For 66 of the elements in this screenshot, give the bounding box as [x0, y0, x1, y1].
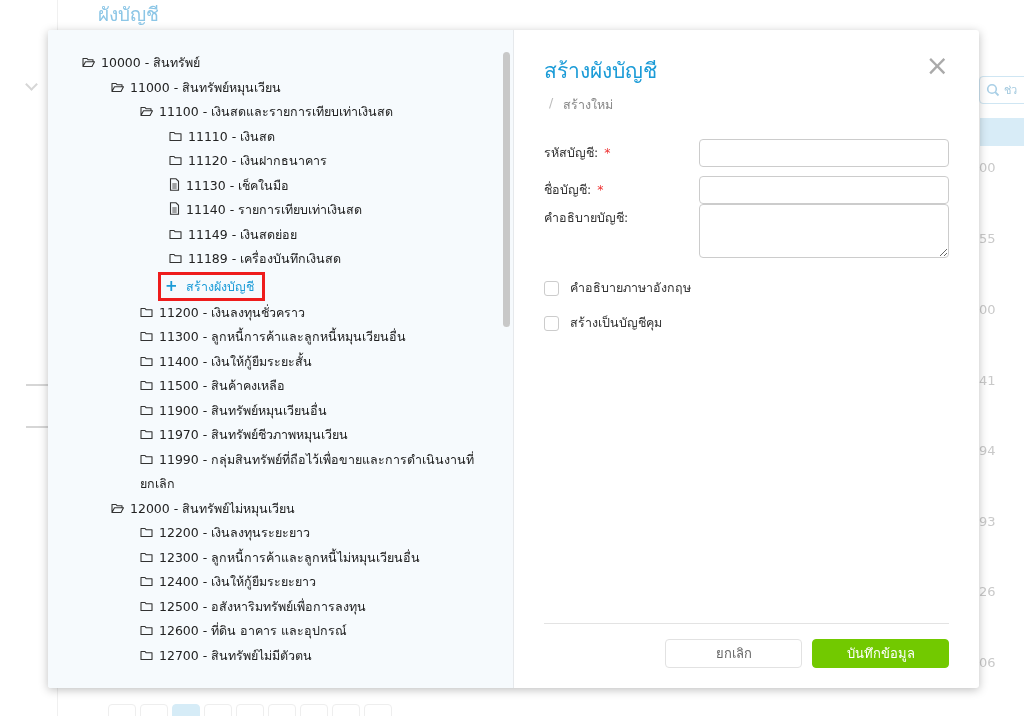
folder-icon[interactable] [140, 429, 153, 440]
folder-icon[interactable] [169, 253, 182, 264]
account-tree-item[interactable]: 11970 - สินทรัพย์ชีวภาพหมุนเวียน [140, 423, 349, 448]
account-tree-item[interactable]: 11400 - เงินให้กู้ยืมระยะสั้น [140, 349, 313, 374]
account-tree-item[interactable]: 12300 - ลูกหนี้การค้าและลูกหนี้ไม่หมุนเวียนอื่น [140, 545, 421, 570]
folder-icon[interactable] [140, 331, 153, 342]
account-tree-item[interactable]: 11900 - สินทรัพย์หมุนเวียนอื่น [140, 398, 328, 423]
breadcrumb-item: สร้างใหม่ [563, 96, 614, 114]
dialog-title: สร้างผังบัญชี [544, 58, 657, 85]
folder-icon[interactable] [140, 453, 153, 465]
required-mark: * [597, 182, 604, 197]
account-tree-item[interactable]: 12700 - สินทรัพย์ไม่มีตัวตน [140, 643, 313, 668]
open-folder-icon[interactable] [140, 106, 153, 117]
folder-icon[interactable] [140, 404, 153, 416]
account-tree-item[interactable]: 11130 - เช็คในมือ [169, 173, 290, 198]
account-tree-item[interactable]: 11189 - เครื่องบันทึกเงินสด [169, 247, 342, 272]
table-header [980, 118, 1024, 146]
folder-icon[interactable] [169, 130, 182, 142]
open-folder-icon[interactable] [82, 57, 95, 68]
account-tree-item[interactable]: 11300 - ลูกหนี้การค้าและลูกหนี้หมุนเวียนอื่น [140, 325, 407, 350]
open-folder-icon[interactable] [111, 502, 124, 514]
account-tree-item[interactable]: 10000 - สินทรัพย์ [82, 51, 201, 76]
checkbox[interactable] [544, 280, 559, 296]
document-icon [169, 202, 180, 215]
cancel-button[interactable]: ยกเลิก [665, 639, 802, 668]
account-tree-item[interactable]: 11500 - สินค้าคงเหลือ [140, 374, 286, 399]
account-tree-item[interactable]: 11100 - เงินสดและรายการเทียบเท่าเงินสด [140, 100, 394, 125]
folder-icon[interactable] [140, 306, 153, 318]
account-tree-item[interactable]: 12200 - เงินลงทุนระยะยาว [140, 521, 311, 546]
search-icon [986, 83, 1000, 97]
required-mark: * [604, 145, 611, 160]
folder-icon[interactable] [140, 527, 153, 538]
folder-icon[interactable] [169, 155, 182, 166]
account-tree-item[interactable]: 11990 - กลุ่มสินทรัพย์ที่ถือไว้เพื่อขายและการดำเนินงานที่ยกเลิก [140, 447, 483, 497]
checkbox[interactable] [544, 315, 559, 331]
account-tree-item[interactable]: 11110 - เงินสด [169, 124, 276, 149]
page-title: ผังบัญชี [98, 2, 159, 26]
open-folder-icon[interactable] [111, 81, 124, 93]
account-tree-item[interactable]: 12600 - ที่ดิน อาคาร และอุปกรณ์ [140, 619, 348, 644]
field-label: รหัสบัญชี: [544, 145, 599, 160]
account-tree-item[interactable]: 11140 - รายการเทียบเท่าเงินสด [169, 198, 363, 223]
breadcrumb-separator: / [549, 95, 554, 112]
folder-icon[interactable] [169, 228, 182, 240]
account-tree-item[interactable]: 11120 - เงินฝากธนาคาร [169, 149, 328, 174]
folder-icon[interactable] [140, 551, 153, 563]
description-field[interactable] [699, 204, 949, 258]
folder-icon[interactable] [140, 355, 153, 367]
account-tree-item[interactable]: 12000 - สินทรัพย์ไม่หมุนเวียน [111, 496, 296, 521]
account-tree-item[interactable]: 11149 - เงินสดย่อย [169, 222, 298, 247]
field-label: คำอธิบายบัญชี: [544, 210, 629, 225]
account-tree-item[interactable]: 12500 - อสังหาริมทรัพย์เพื่อการลงทุน [140, 594, 367, 619]
input-field[interactable] [699, 176, 949, 204]
account-tree-item[interactable]: 11000 - สินทรัพย์หมุนเวียน [111, 75, 282, 100]
account-tree-item[interactable]: 11200 - เงินลงทุนชั่วคราว [140, 300, 306, 325]
folder-icon[interactable] [140, 576, 153, 587]
input-field[interactable] [699, 139, 949, 167]
folder-icon[interactable] [140, 600, 153, 612]
checkbox-label: สร้างเป็นบัญชีคุม [570, 314, 662, 333]
field-label: ชื่อบัญชี: [544, 182, 592, 197]
account-tree-item[interactable]: 12400 - เงินให้กู้ยืมระยะยาว [140, 570, 317, 595]
folder-icon[interactable] [140, 380, 153, 391]
folder-icon[interactable] [140, 625, 153, 636]
folder-icon[interactable] [140, 649, 153, 661]
checkbox-label: คำอธิบายภาษาอังกฤษ [570, 279, 691, 297]
scrollbar[interactable] [503, 52, 510, 327]
document-icon [169, 177, 180, 191]
